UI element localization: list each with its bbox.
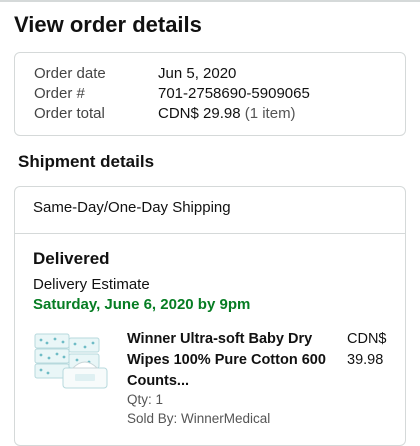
order-date-value: Jun 5, 2020 [158, 65, 237, 82]
order-total-label: Order total [34, 105, 105, 122]
shipment-divider [15, 233, 405, 234]
shipment-card: Same-Day/One-Day Shipping Delivered Deli… [14, 186, 406, 446]
product-title-link[interactable]: Winner Ultra-soft Baby Dry Wipes 100% Pu… [127, 329, 327, 392]
order-number-label: Order # [34, 85, 85, 102]
order-summary-card: Order date Jun 5, 2020 Order # 701-27586… [14, 52, 406, 136]
order-date-label: Order date [34, 65, 106, 82]
product-price: CDN$ 39.98 [347, 329, 397, 371]
order-number-value: 701-2758690-5909065 [158, 85, 310, 102]
top-divider [0, 0, 420, 2]
delivery-estimate-date: Saturday, June 6, 2020 by 9pm [33, 296, 251, 313]
shipping-type: Same-Day/One-Day Shipping [33, 199, 231, 216]
order-total-value: CDN$ 29.98 [158, 105, 241, 122]
order-total-value-group: CDN$ 29.98 (1 item) [158, 105, 296, 122]
sold-by: Sold By: WinnerMedical [127, 411, 271, 426]
order-item-count: (1 item) [244, 105, 296, 122]
delivery-estimate-label: Delivery Estimate [33, 276, 150, 293]
product-quantity: Qty: 1 [127, 392, 164, 407]
product-image[interactable] [33, 330, 111, 390]
page-title: View order details [14, 12, 202, 37]
price-currency: CDN$ [347, 331, 387, 347]
shipment-section-title: Shipment details [18, 152, 155, 171]
delivery-status: Delivered [33, 249, 110, 268]
price-value: 39.98 [347, 352, 384, 368]
